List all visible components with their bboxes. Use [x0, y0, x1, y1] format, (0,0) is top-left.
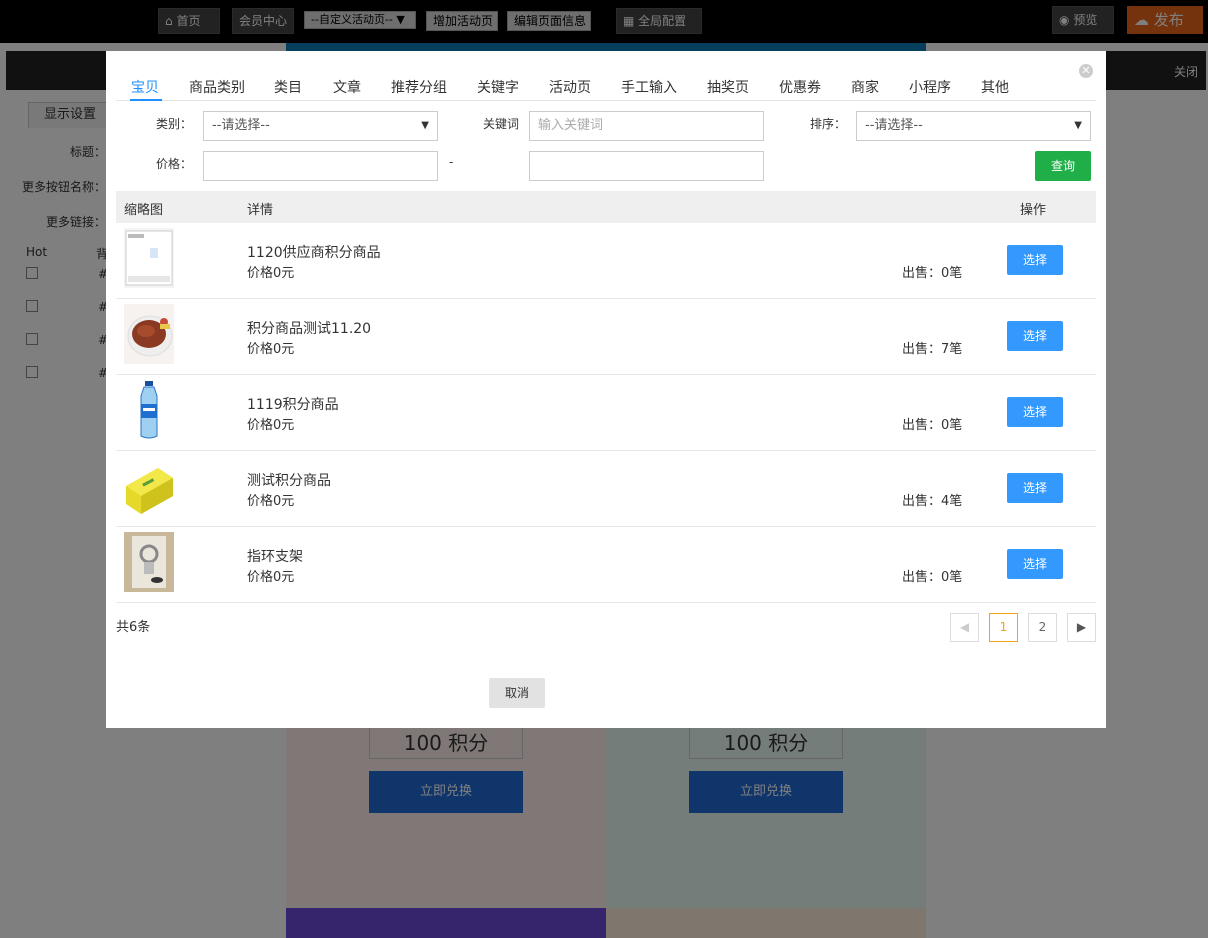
price-label: 价格： — [156, 157, 193, 171]
chevron-down-icon: ▼ — [421, 120, 429, 131]
header-action: 操作 — [1020, 203, 1047, 218]
sort-select[interactable]: --请选择-- ▼ — [856, 111, 1091, 141]
tab-lottery-page[interactable]: 抽奖页 — [707, 77, 749, 97]
tab-article[interactable]: 文章 — [333, 77, 361, 97]
chevron-down-icon: ▼ — [1074, 120, 1082, 131]
product-price: 价格0元 — [247, 418, 295, 433]
header-detail: 详情 — [247, 203, 274, 218]
query-button[interactable]: 查询 — [1035, 151, 1091, 181]
steak-thumb-icon — [124, 304, 174, 364]
screenshot-thumb-icon — [124, 228, 174, 288]
active-tab-indicator — [130, 99, 162, 101]
select-button[interactable]: 选择 — [1007, 473, 1063, 503]
tab-category[interactable]: 类目 — [274, 77, 302, 97]
water-bottle-thumb-icon — [124, 380, 174, 440]
tab-recommend-group[interactable]: 推荐分组 — [391, 77, 447, 97]
product-sold: 出售：7笔 — [902, 342, 963, 357]
table-row: 测试积分商品 价格0元 出售：4笔 选择 — [116, 451, 1096, 527]
tab-keyword[interactable]: 关键字 — [477, 77, 519, 97]
tab-mini-program[interactable]: 小程序 — [909, 77, 951, 97]
product-sold: 出售：4笔 — [902, 494, 963, 509]
table-row: 1119积分商品 价格0元 出售：0笔 选择 — [116, 375, 1096, 451]
price-separator: - — [449, 155, 454, 169]
select-button[interactable]: 选择 — [1007, 397, 1063, 427]
next-page-button[interactable]: ▶ — [1067, 613, 1096, 642]
keyword-placeholder: 输入关键词 — [538, 118, 604, 133]
table-row: 积分商品测试11.20 价格0元 出售：7笔 选择 — [116, 299, 1096, 375]
sort-select-value: --请选择-- — [865, 118, 923, 133]
chevron-right-icon: ▶ — [1076, 620, 1087, 634]
link-picker-modal: ✕ 宝贝 商品类别 类目 文章 推荐分组 关键字 活动页 手工输入 抽奖页 优惠… — [106, 51, 1106, 728]
table-row: 1120供应商积分商品 价格0元 出售：0笔 选择 — [116, 223, 1096, 299]
sort-label: 排序： — [810, 117, 847, 131]
product-sold: 出售：0笔 — [902, 570, 963, 585]
table-row: 指环支架 价格0元 出售：0笔 选择 — [116, 527, 1096, 603]
yellow-box-thumb-icon — [124, 456, 174, 516]
page-2-button[interactable]: 2 — [1028, 613, 1057, 642]
cancel-button[interactable]: 取消 — [489, 678, 545, 708]
product-name: 测试积分商品 — [247, 473, 331, 489]
tab-activity-page[interactable]: 活动页 — [549, 77, 591, 97]
category-select[interactable]: --请选择-- ▼ — [203, 111, 438, 141]
select-button[interactable]: 选择 — [1007, 321, 1063, 351]
keyword-label: 关键词 — [483, 117, 520, 131]
total-count: 共6条 — [116, 620, 151, 635]
header-thumb: 缩略图 — [124, 203, 164, 218]
product-sold: 出售：0笔 — [902, 418, 963, 433]
modal-tabs: 宝贝 商品类别 类目 文章 推荐分组 关键字 活动页 手工输入 抽奖页 优惠券 … — [116, 73, 1096, 101]
product-price: 价格0元 — [247, 570, 295, 585]
product-price: 价格0元 — [247, 266, 295, 281]
product-name: 1120供应商积分商品 — [247, 245, 381, 261]
product-price: 价格0元 — [247, 494, 295, 509]
product-name: 指环支架 — [247, 549, 303, 565]
tab-manual-input[interactable]: 手工输入 — [621, 77, 677, 97]
select-button[interactable]: 选择 — [1007, 245, 1063, 275]
select-button[interactable]: 选择 — [1007, 549, 1063, 579]
category-select-value: --请选择-- — [212, 118, 270, 133]
tab-coupon[interactable]: 优惠券 — [779, 77, 821, 97]
page-1-button[interactable]: 1 — [989, 613, 1018, 642]
ring-holder-thumb-icon — [124, 532, 174, 592]
table-header: 缩略图 详情 操作 — [116, 191, 1096, 223]
chevron-left-icon: ◀ — [959, 620, 970, 634]
product-price: 价格0元 — [247, 342, 295, 357]
tab-other[interactable]: 其他 — [981, 77, 1009, 97]
price-min-input[interactable] — [203, 151, 438, 181]
tab-product[interactable]: 宝贝 — [131, 77, 159, 97]
price-max-input[interactable] — [529, 151, 764, 181]
keyword-input[interactable]: 输入关键词 — [529, 111, 764, 141]
tab-merchant[interactable]: 商家 — [851, 77, 879, 97]
tab-product-category[interactable]: 商品类别 — [189, 77, 245, 97]
category-label: 类别： — [156, 117, 193, 131]
prev-page-button[interactable]: ◀ — [950, 613, 979, 642]
product-name: 积分商品测试11.20 — [247, 321, 372, 337]
product-sold: 出售：0笔 — [902, 266, 963, 281]
product-name: 1119积分商品 — [247, 397, 339, 413]
